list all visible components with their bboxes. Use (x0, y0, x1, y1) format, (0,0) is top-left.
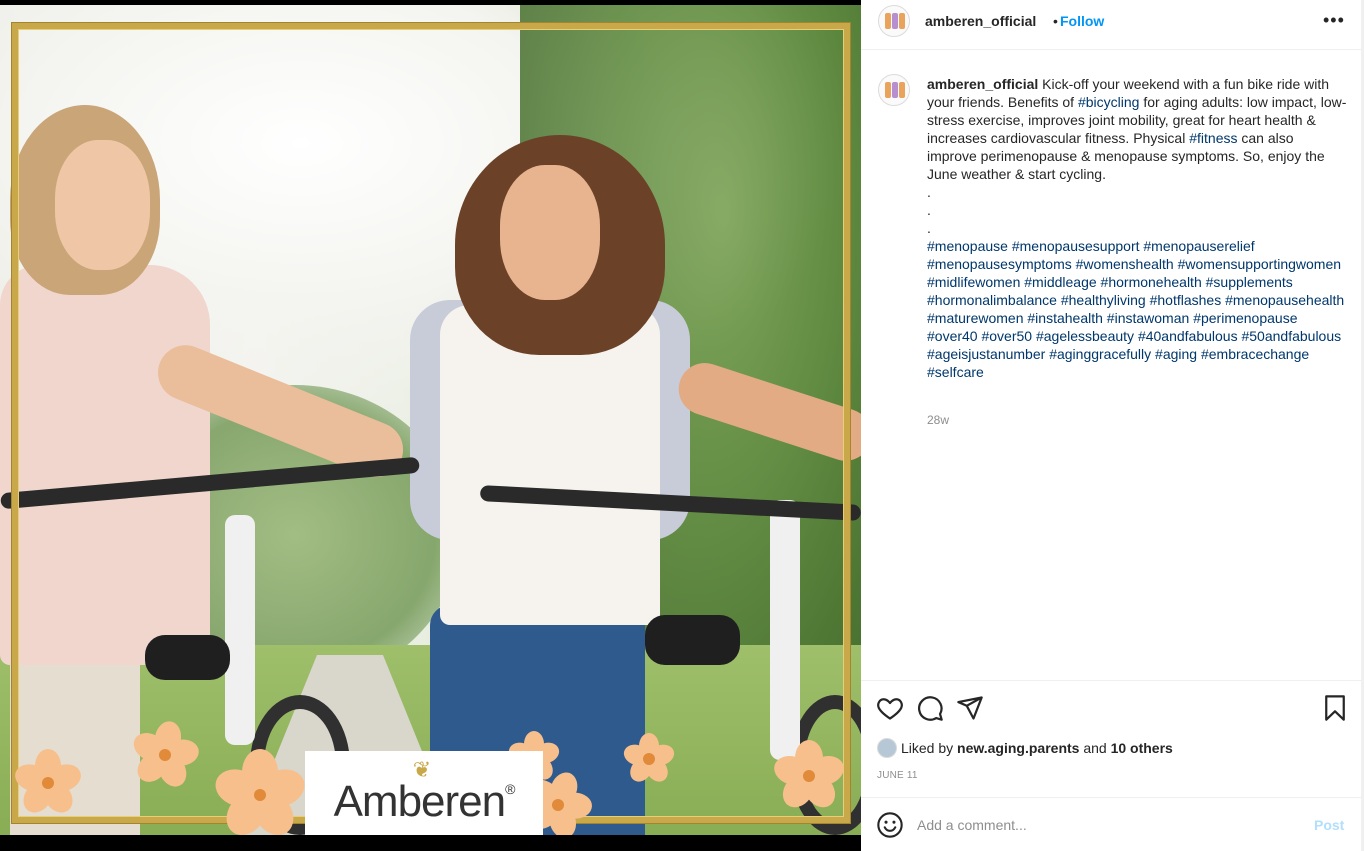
hashtag-link[interactable]: #bicycling (1078, 94, 1139, 110)
hashtag-link[interactable]: #maturewomen (927, 310, 1024, 326)
send-icon[interactable] (956, 694, 984, 722)
instagram-post-view: ❦ Amberen® amberen_official • Follow •••… (0, 0, 1364, 851)
hashtag-link[interactable]: #selfcare (927, 364, 984, 380)
post-details-panel: amberen_official • Follow ••• amberen_of… (861, 0, 1361, 851)
liked-by: Liked by new.aging.parents and 10 others (877, 738, 1173, 758)
hashtag-link[interactable]: #perimenopause (1193, 310, 1297, 326)
comment-input[interactable] (917, 814, 1297, 836)
post-image[interactable]: ❦ Amberen® (0, 5, 861, 835)
liker-username[interactable]: new.aging.parents (957, 740, 1079, 756)
emoji-icon[interactable] (876, 811, 904, 839)
hashtag-link[interactable]: #ageisjustanumber (927, 346, 1045, 362)
comment-icon[interactable] (916, 694, 944, 722)
liker-avatar[interactable] (877, 738, 897, 758)
hashtag-link[interactable]: #middleage (1024, 274, 1096, 290)
hashtag-link[interactable]: #menopause (927, 238, 1008, 254)
more-options-icon[interactable]: ••• (1323, 10, 1345, 31)
hashtag-link[interactable]: #instahealth (1027, 310, 1103, 326)
hashtag-link[interactable]: #embracechange (1201, 346, 1309, 362)
caption-dot: . (927, 184, 931, 200)
post-date: JUNE 11 (877, 770, 918, 781)
caption-avatar[interactable] (878, 74, 910, 106)
post-comment-button[interactable]: Post (1314, 817, 1344, 833)
header-separator: • (1053, 13, 1058, 29)
post-caption: amberen_official Kick-off your weekend w… (927, 75, 1347, 381)
image-gold-frame (12, 23, 850, 823)
caption-dot: . (927, 202, 931, 218)
hashtag-link[interactable]: #menopausesymptoms (927, 256, 1072, 272)
heart-icon[interactable] (876, 694, 904, 722)
hashtag-link[interactable]: #instawoman (1107, 310, 1190, 326)
hashtag-link[interactable]: #healthyliving (1061, 292, 1146, 308)
flower-decoration (11, 749, 85, 819)
hashtag-list: #menopause #menopausesupport #menopauser… (927, 237, 1347, 381)
logo-registered-mark: ® (505, 781, 515, 797)
action-bar: Liked by new.aging.parents and 10 others… (861, 680, 1361, 800)
flower-decoration (128, 719, 201, 792)
hashtag-link[interactable]: #hormonehealth (1101, 274, 1202, 290)
hashtag-link[interactable]: #over40 (927, 328, 978, 344)
hashtag-link[interactable]: #agelessbeauty (1036, 328, 1134, 344)
comment-bar: Post (861, 797, 1361, 851)
liked-by-prefix: Liked by (901, 740, 958, 756)
follow-button[interactable]: Follow (1060, 13, 1104, 29)
flower-decoration (770, 740, 848, 814)
hashtag-link[interactable]: #40andfabulous (1138, 328, 1238, 344)
hashtag-link[interactable]: #aging (1155, 346, 1197, 362)
profile-avatar[interactable] (878, 5, 910, 37)
caption-dot: . (927, 220, 931, 236)
header-username[interactable]: amberen_official (925, 13, 1036, 29)
logo-text: Amberen (333, 777, 507, 826)
hashtag-link[interactable]: #womenshealth (1076, 256, 1174, 272)
hashtag-link[interactable]: #menopausehealth (1225, 292, 1344, 308)
hashtag-link[interactable]: #midlifewomen (927, 274, 1020, 290)
flower-decoration (210, 749, 310, 835)
flower-decoration (621, 733, 677, 786)
post-header: amberen_official • Follow ••• (861, 0, 1361, 50)
hashtag-link[interactable]: #50andfabulous (1241, 328, 1341, 344)
hashtag-link[interactable]: #supplements (1206, 274, 1293, 290)
amberen-logo: ❦ Amberen® (305, 751, 543, 835)
hashtag-link[interactable]: #womensupportingwomen (1178, 256, 1341, 272)
bookmark-icon[interactable] (1321, 694, 1349, 722)
hashtag-link[interactable]: #aginggracefully (1049, 346, 1151, 362)
hashtag-link[interactable]: #menopausesupport (1012, 238, 1140, 254)
hashtag-link[interactable]: #over50 (981, 328, 1032, 344)
hashtag-link[interactable]: #fitness (1189, 130, 1237, 146)
hashtag-link[interactable]: #menopauserelief (1143, 238, 1254, 254)
liked-by-middle: and (1079, 740, 1111, 756)
hashtag-link[interactable]: #hotflashes (1150, 292, 1222, 308)
hashtag-link[interactable]: #hormonalimbalance (927, 292, 1057, 308)
post-age[interactable]: 28w (927, 413, 949, 427)
likes-others-link[interactable]: 10 others (1111, 740, 1173, 756)
caption-username[interactable]: amberen_official (927, 76, 1038, 92)
